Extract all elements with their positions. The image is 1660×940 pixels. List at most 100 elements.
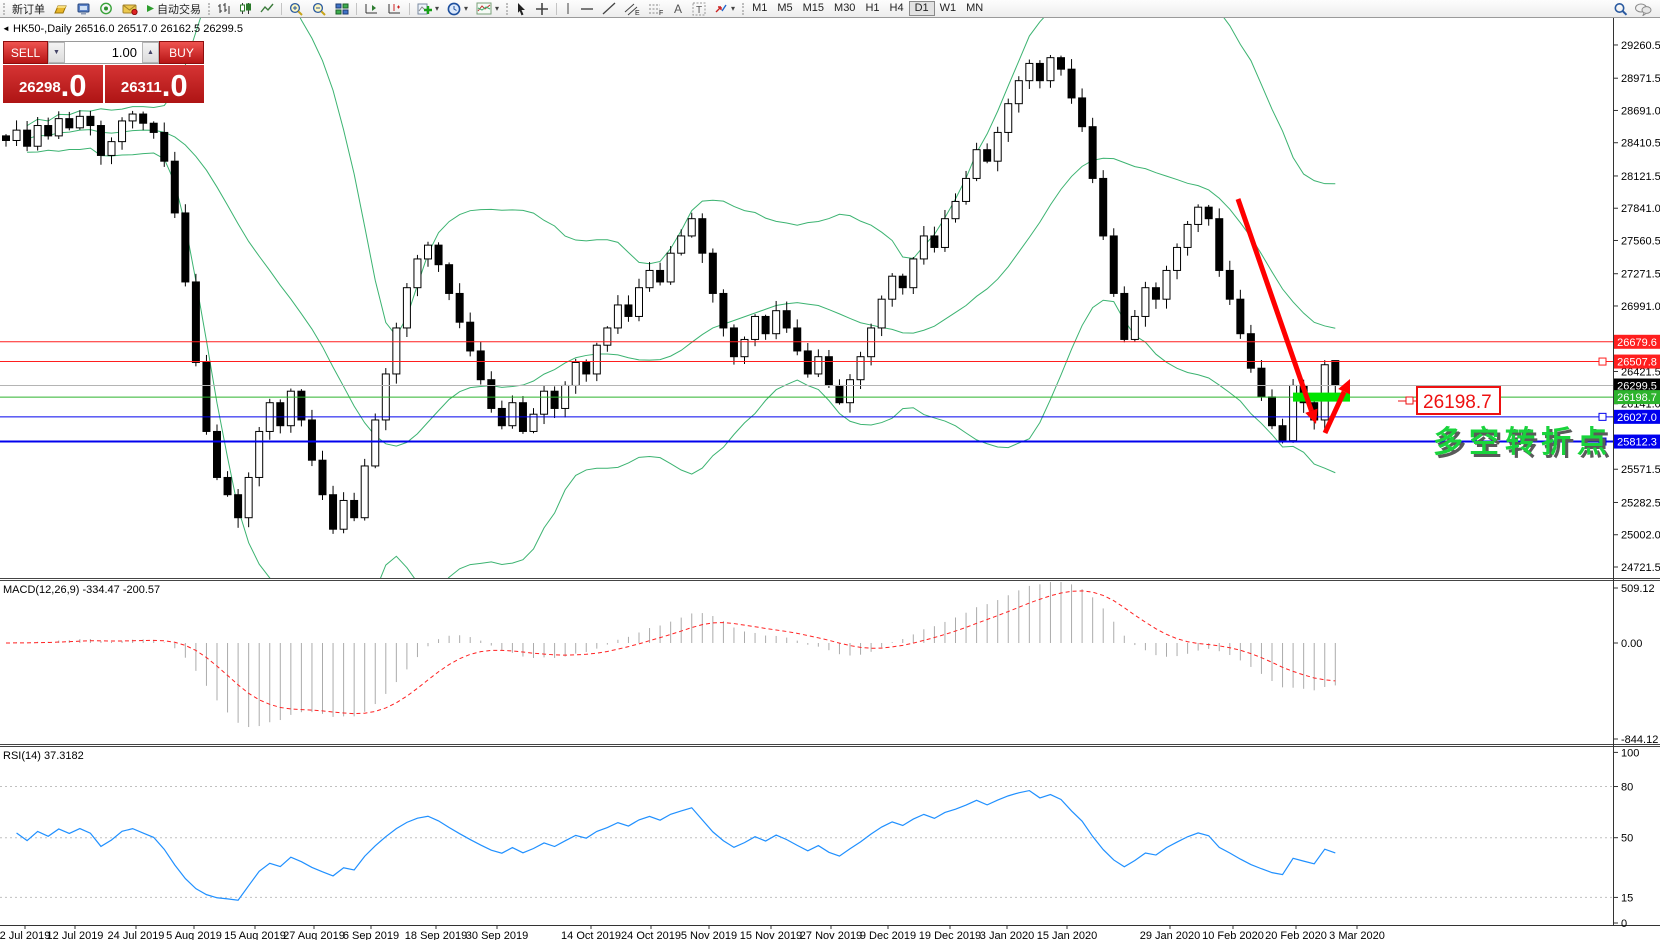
svg-text:5 Nov 2019: 5 Nov 2019 xyxy=(681,930,737,940)
svg-text:15 Jan 2020: 15 Jan 2020 xyxy=(1037,930,1098,940)
signal-icon[interactable] xyxy=(95,1,118,16)
volume-decrease-button[interactable]: ▼ xyxy=(48,42,65,63)
svg-text:29260.5: 29260.5 xyxy=(1621,40,1660,52)
zoom-out-icon[interactable] xyxy=(308,1,331,16)
toolbar-grip[interactable] xyxy=(506,3,508,15)
svg-text:27841.0: 27841.0 xyxy=(1621,203,1660,215)
svg-text:27 Aug 2019: 27 Aug 2019 xyxy=(283,930,345,940)
svg-text:509.12: 509.12 xyxy=(1621,583,1655,595)
svg-text:T: T xyxy=(696,5,702,16)
equidistant-channel-tool[interactable]: E xyxy=(620,1,644,16)
dropdown-caret: ▾ xyxy=(464,4,468,13)
timeframe-D1[interactable]: D1 xyxy=(909,1,935,16)
buy-price[interactable]: 26311 .0 xyxy=(105,65,205,103)
toolbar-grip[interactable] xyxy=(742,3,744,15)
svg-text:15: 15 xyxy=(1621,892,1633,904)
period-clock-button[interactable]: ▾ xyxy=(443,1,472,16)
svg-text:9 Dec 2019: 9 Dec 2019 xyxy=(860,930,916,940)
vertical-line-tool[interactable] xyxy=(560,1,576,16)
toolbar-right-icons xyxy=(1613,2,1660,16)
text-label-tool[interactable]: T xyxy=(688,1,710,16)
label-connector-handle[interactable] xyxy=(1406,397,1413,404)
turning-point-annotation[interactable]: 多空转折点 多空转折点 xyxy=(1433,426,1616,462)
buy-button[interactable]: BUY xyxy=(159,41,204,64)
template-button[interactable]: ▾ xyxy=(472,1,503,16)
timeframe-W1[interactable]: W1 xyxy=(935,1,962,16)
terminal-icon[interactable] xyxy=(72,1,95,16)
add-indicator-button[interactable]: ▾ xyxy=(413,1,443,16)
svg-text:-844.12: -844.12 xyxy=(1621,734,1658,746)
volume-value[interactable]: 1.00 xyxy=(65,42,142,63)
toolbar-separator xyxy=(281,3,282,15)
svg-text:50: 50 xyxy=(1621,833,1633,845)
svg-text:19 Dec 2019: 19 Dec 2019 xyxy=(919,930,981,940)
text-tool[interactable]: A xyxy=(668,1,688,16)
dropdown-caret: ▾ xyxy=(495,4,499,13)
mailbox-icon[interactable] xyxy=(118,1,142,16)
price-chart[interactable]: 29260.528971.528691.028410.528121.527841… xyxy=(0,0,1660,940)
autotrade-label: 自动交易 xyxy=(157,1,201,17)
sell-button[interactable]: SELL xyxy=(3,41,48,64)
crosshair-tool[interactable] xyxy=(531,1,553,16)
svg-text:26991.0: 26991.0 xyxy=(1621,301,1660,313)
support-price-label[interactable]: 26198.7 xyxy=(1398,387,1500,414)
candlestick-type-icon[interactable] xyxy=(235,1,256,16)
mt4-trading-platform: { "toolbar": { "new_order_label": "新订单",… xyxy=(0,0,1660,940)
timeframe-bar: M1M5M15M30H1H4D1W1MN xyxy=(747,1,988,16)
one-click-trade-panel: SELL ▼ 1.00 ▲ BUY 26298 .0 26311 .0 xyxy=(3,41,204,103)
line-chart-type-icon[interactable] xyxy=(256,1,278,16)
zoom-in-icon[interactable] xyxy=(285,1,308,16)
svg-text:28971.5: 28971.5 xyxy=(1621,73,1660,85)
horizontal-line-tool[interactable] xyxy=(576,1,598,16)
sell-price[interactable]: 26298 .0 xyxy=(3,65,103,103)
toolbar-separator xyxy=(556,3,557,15)
bar-chart-type-icon[interactable] xyxy=(213,1,235,16)
volume-increase-button[interactable]: ▲ xyxy=(142,42,159,63)
svg-text:28691.0: 28691.0 xyxy=(1621,105,1660,117)
tile-windows-icon[interactable] xyxy=(331,1,353,16)
timeframe-M5[interactable]: M5 xyxy=(772,1,797,16)
svg-text:24721.5: 24721.5 xyxy=(1621,562,1660,574)
autotrade-button[interactable]: 自动交易 xyxy=(142,1,205,16)
timeframe-H1[interactable]: H1 xyxy=(860,1,884,16)
svg-text:30 Sep 2019: 30 Sep 2019 xyxy=(466,930,528,940)
svg-text:25282.5: 25282.5 xyxy=(1621,497,1660,509)
svg-text:24 Jul 2019: 24 Jul 2019 xyxy=(108,930,165,940)
timeframe-MN[interactable]: MN xyxy=(961,1,988,16)
svg-text:3 Jan 2020: 3 Jan 2020 xyxy=(980,930,1034,940)
timeframe-H4[interactable]: H4 xyxy=(885,1,909,16)
buy-price-frac: .0 xyxy=(162,70,188,101)
toolbar-separator xyxy=(409,3,410,15)
arrows-tool[interactable]: ▾ xyxy=(710,1,739,16)
gold-ingot-icon[interactable] xyxy=(49,1,72,16)
svg-text:15 Aug 2019: 15 Aug 2019 xyxy=(224,930,286,940)
new-order-button[interactable]: 新订单 xyxy=(8,1,49,16)
svg-text:80: 80 xyxy=(1621,782,1633,794)
trendline-tool[interactable] xyxy=(598,1,620,16)
main-toolbar: 新订单 自动交易 ▾ xyxy=(0,0,1660,18)
svg-text:26198.7: 26198.7 xyxy=(1617,392,1657,404)
timeframe-M15[interactable]: M15 xyxy=(798,1,829,16)
toolbar-grip[interactable] xyxy=(208,3,210,15)
svg-text:0.00: 0.00 xyxy=(1621,638,1642,650)
timeframe-M1[interactable]: M1 xyxy=(747,1,772,16)
hline-handle xyxy=(1599,413,1606,420)
candles-layer xyxy=(3,55,1339,534)
svg-text:25571.5: 25571.5 xyxy=(1621,464,1660,476)
chart-shift-icon[interactable] xyxy=(383,1,406,16)
svg-text:27560.5: 27560.5 xyxy=(1621,235,1660,247)
svg-text:6 Sep 2019: 6 Sep 2019 xyxy=(343,930,399,940)
timeframe-M30[interactable]: M30 xyxy=(829,1,860,16)
fibonacci-tool[interactable]: F xyxy=(644,1,668,16)
svg-text:3 Mar 2020: 3 Mar 2020 xyxy=(1329,930,1385,940)
toolbar-grip[interactable] xyxy=(3,3,5,15)
svg-text:14 Oct 2019: 14 Oct 2019 xyxy=(561,930,621,940)
annotations-layer[interactable] xyxy=(1238,199,1350,433)
new-order-label: 新订单 xyxy=(12,1,45,17)
svg-text:15 Nov 2019: 15 Nov 2019 xyxy=(740,930,802,940)
search-icon[interactable] xyxy=(1613,2,1628,16)
svg-text:2 Jul 2019: 2 Jul 2019 xyxy=(0,930,50,940)
chat-icon[interactable] xyxy=(1634,2,1652,16)
cursor-tool[interactable] xyxy=(511,1,531,16)
autoscroll-icon[interactable] xyxy=(360,1,383,16)
